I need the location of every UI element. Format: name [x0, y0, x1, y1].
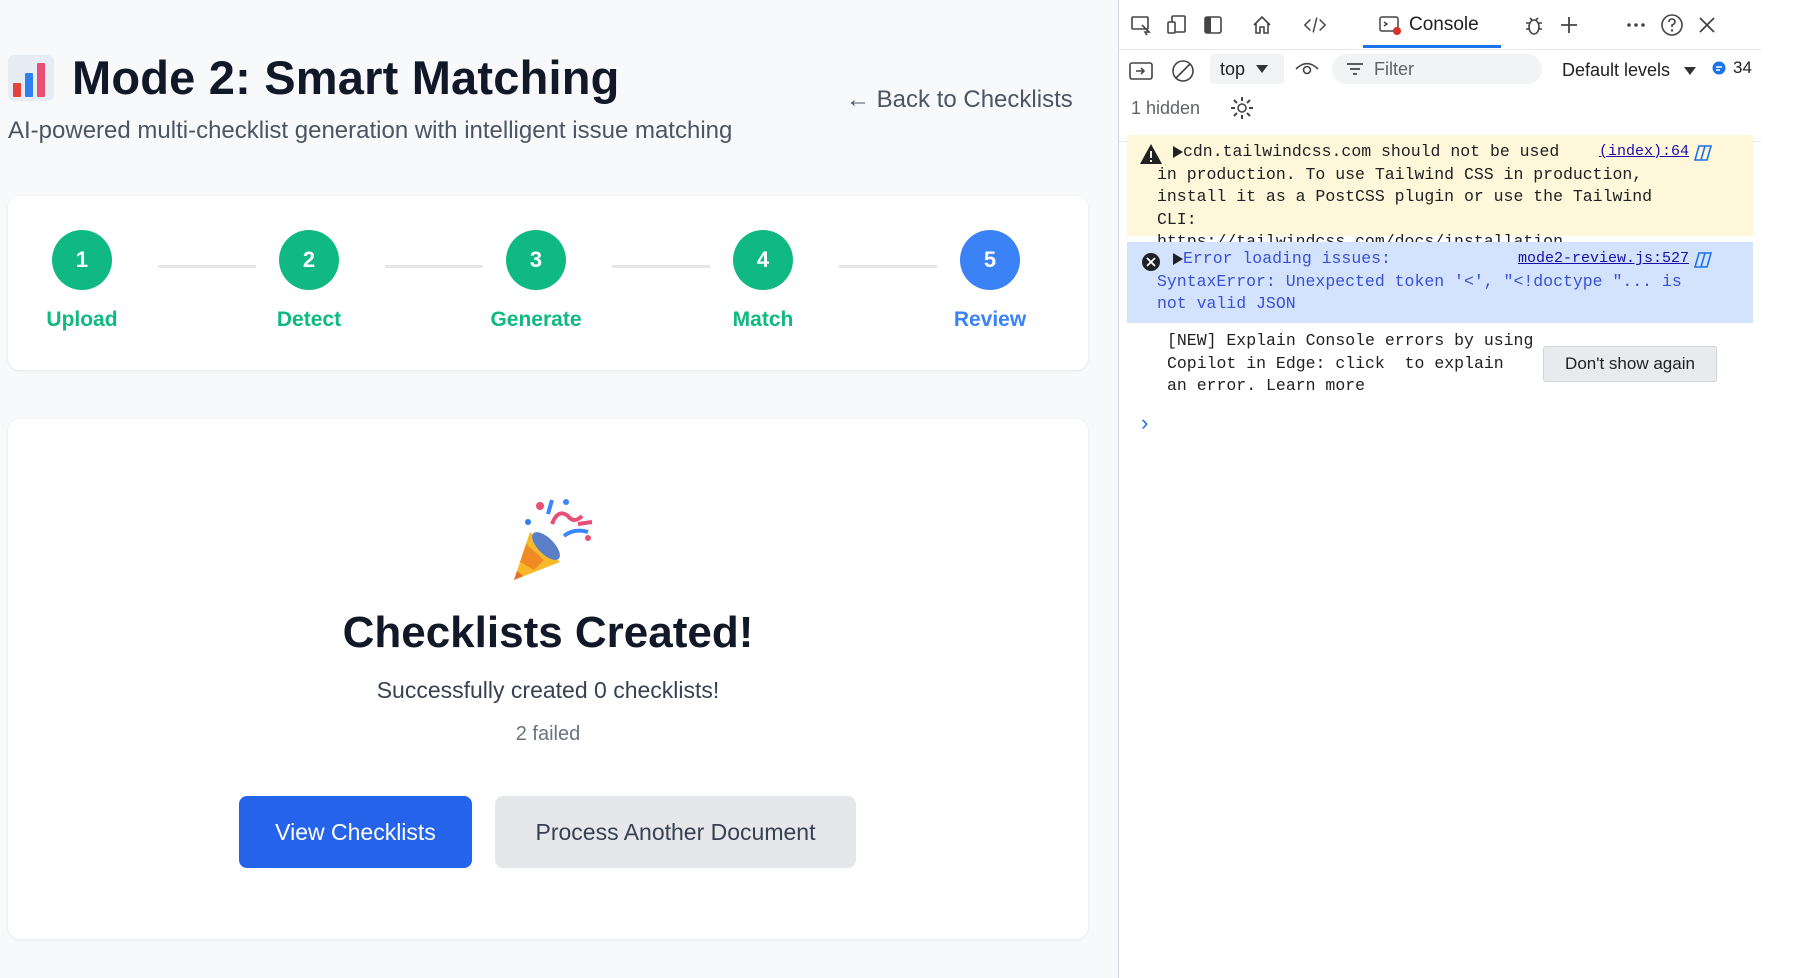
step-connector	[839, 265, 937, 268]
failed-count: 2 failed	[515, 723, 581, 745]
step-number: 1	[52, 230, 112, 290]
view-checklists-button[interactable]: View Checklists	[239, 796, 472, 868]
result-title: Checklists Created!	[342, 608, 754, 657]
bar-chart-icon	[8, 54, 54, 101]
log-levels-select[interactable]: Default levels	[1562, 60, 1697, 81]
dont-show-again-button[interactable]: Don't show again	[1543, 346, 1717, 382]
step-label: Review	[953, 308, 1027, 331]
issues-count: 34	[1733, 58, 1752, 77]
warning-source-link[interactable]: (index):64	[1599, 141, 1689, 164]
progress-stepper: 1 Upload 2 Detect 3 Generate 4 Match 5 R…	[8, 196, 1088, 370]
page-title: Mode 2: Smart Matching	[72, 51, 620, 104]
error-source-link[interactable]: mode2-review.js:527	[1518, 248, 1689, 271]
devtools-tab-bar: Console	[1119, 0, 1761, 50]
console-settings-gear-icon[interactable]	[1229, 95, 1255, 121]
process-another-button[interactable]: Process Another Document	[495, 796, 856, 868]
filter-icon	[1347, 63, 1363, 75]
devtools-panel: Console top Filter Default levels 34 1 h…	[1118, 0, 1761, 978]
step-label: Detect	[276, 308, 342, 331]
step-connector	[385, 265, 483, 268]
copilot-explain-icon[interactable]	[1693, 250, 1713, 270]
step-number: 4	[733, 230, 793, 290]
step-generate: 3 Generate	[471, 230, 601, 332]
issues-counter[interactable]: 34	[1711, 58, 1752, 78]
console-icon	[1379, 15, 1401, 35]
page-subtitle: AI-powered multi-checklist generation wi…	[8, 117, 733, 144]
result-message: Successfully created 0 checklists!	[376, 677, 720, 703]
step-label: Match	[732, 308, 794, 331]
clear-console-icon[interactable]	[1171, 59, 1195, 83]
console-error-message[interactable]: Error loading issues: SyntaxError: Unexp…	[1127, 242, 1753, 323]
elements-icon[interactable]	[1303, 13, 1327, 37]
step-number: 3	[506, 230, 566, 290]
filter-placeholder: Filter	[1374, 58, 1414, 79]
step-match: 4 Match	[698, 230, 828, 332]
console-prompt-chevron-icon[interactable]: ›	[1141, 410, 1148, 436]
step-label: Upload	[46, 308, 118, 331]
dropdown-arrow-icon	[1684, 67, 1697, 75]
sidebar-toggle-icon[interactable]	[1129, 59, 1153, 83]
app-page: Mode 2: Smart Matching AI-powered multi-…	[0, 0, 1118, 978]
dock-panel-icon[interactable]	[1201, 13, 1225, 37]
step-label: Generate	[490, 308, 582, 331]
log-levels-label: Default levels	[1562, 60, 1671, 80]
more-options-icon[interactable]	[1624, 13, 1648, 37]
step-review: 5 Review	[925, 230, 1055, 332]
step-upload: 1 Upload	[17, 230, 147, 332]
page-header: Mode 2: Smart Matching AI-powered multi-…	[8, 50, 732, 145]
inspect-icon[interactable]	[1129, 13, 1153, 37]
copilot-explain-icon[interactable]	[1693, 143, 1713, 163]
back-to-checklists-link[interactable]: ← Back to Checklists	[846, 86, 1073, 114]
context-value: top	[1220, 58, 1246, 79]
step-connector	[158, 265, 256, 268]
hidden-messages-count: 1 hidden	[1131, 98, 1201, 118]
debug-bug-icon[interactable]	[1522, 13, 1546, 37]
context-select[interactable]: top	[1210, 54, 1284, 84]
tab-console[interactable]: Console	[1363, 4, 1501, 48]
copilot-tip-text: [NEW] Explain Console errors by using Co…	[1167, 331, 1534, 395]
message-bubble-icon	[1712, 61, 1726, 75]
result-card: Checklists Created! Successfully created…	[8, 419, 1088, 939]
help-icon[interactable]	[1660, 13, 1684, 37]
console-warning-message[interactable]: cdn.tailwindcss.com should not be used i…	[1127, 135, 1753, 251]
close-icon[interactable]	[1695, 13, 1719, 37]
step-number: 5	[960, 230, 1020, 290]
live-expression-eye-icon[interactable]	[1295, 57, 1319, 81]
step-connector	[612, 265, 710, 268]
filter-input[interactable]: Filter	[1332, 54, 1542, 84]
step-detect: 2 Detect	[244, 230, 374, 332]
dropdown-arrow-icon	[1256, 65, 1269, 73]
tab-console-label: Console	[1409, 13, 1479, 35]
device-toolbar-icon[interactable]	[1165, 13, 1189, 37]
party-popper-icon	[514, 499, 593, 580]
add-tab-icon[interactable]	[1557, 13, 1581, 37]
home-icon[interactable]	[1250, 13, 1274, 37]
step-number: 2	[279, 230, 339, 290]
